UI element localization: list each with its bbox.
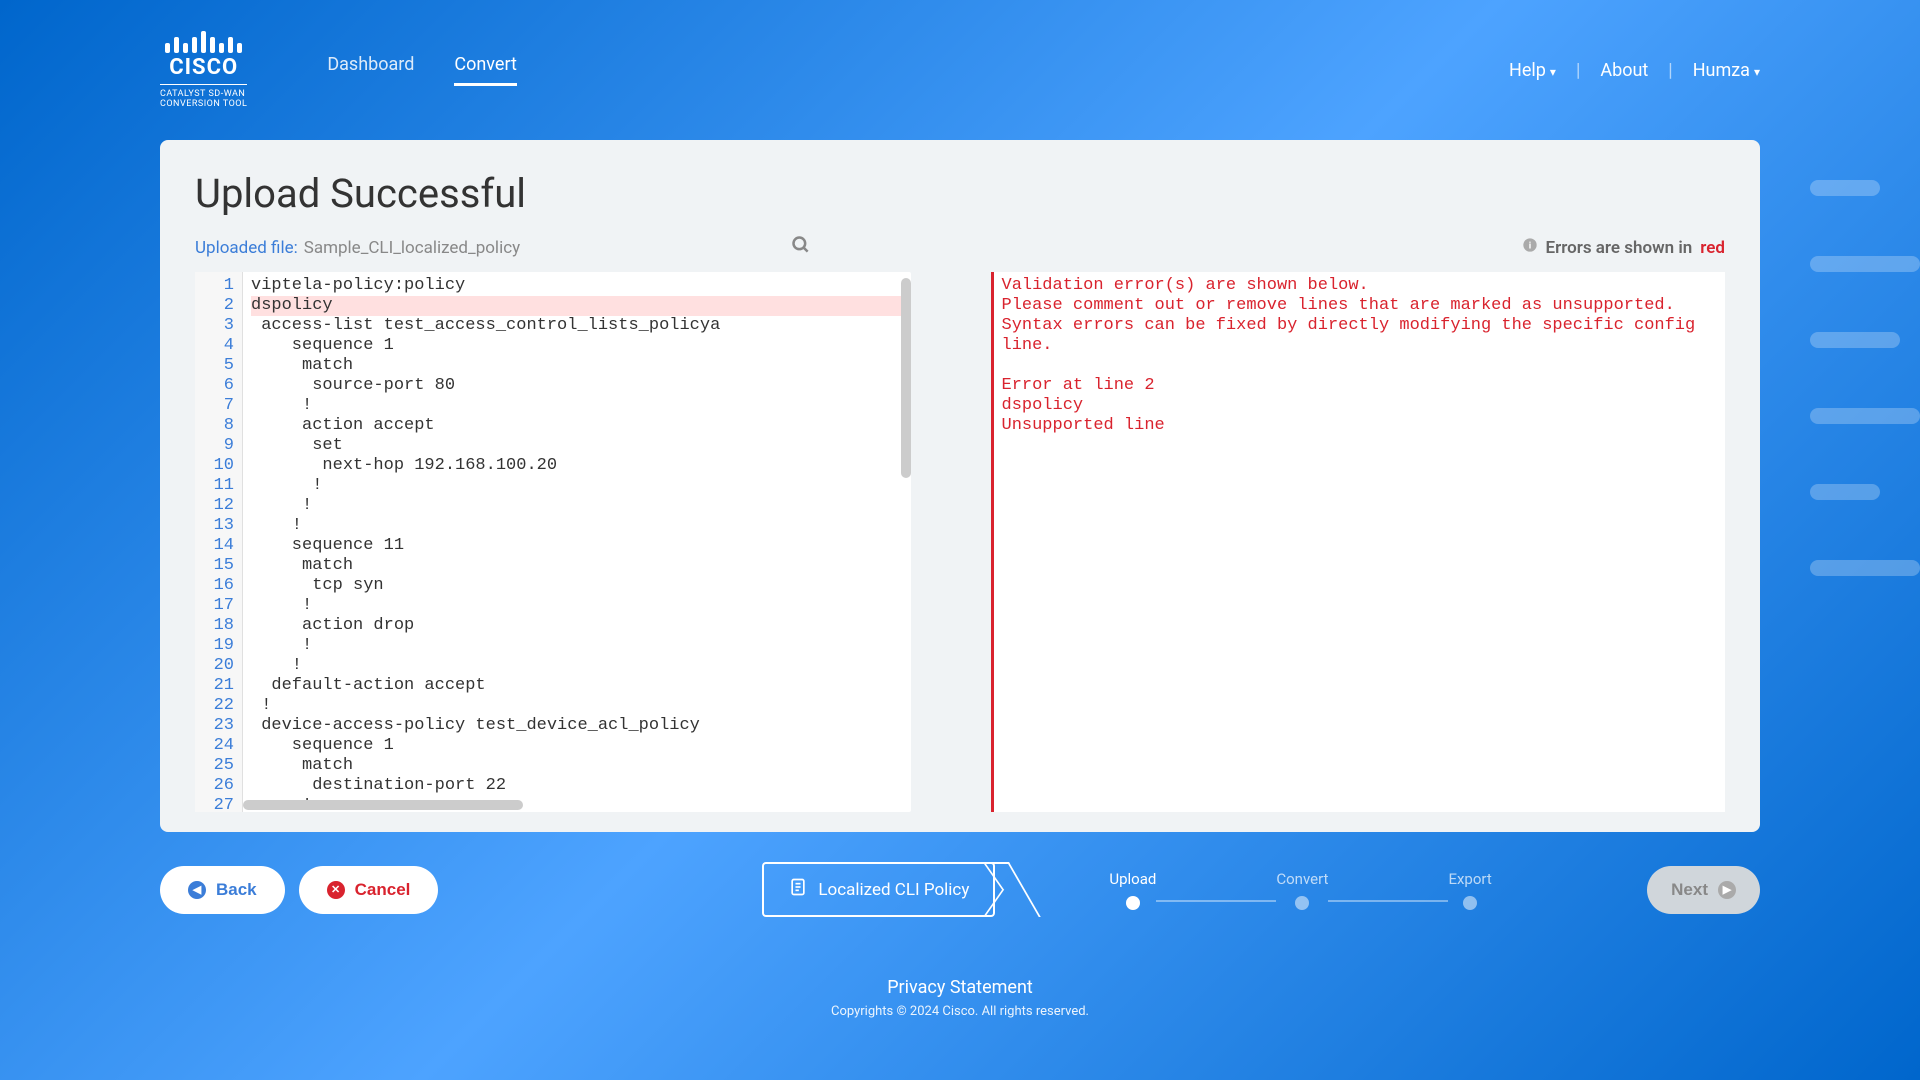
error-notice-text: Errors are shown in <box>1546 238 1693 258</box>
code-line[interactable]: viptela-policy:policy <box>251 276 903 296</box>
code-line[interactable]: action accept <box>251 416 903 436</box>
brand-sub: CATALYST SD-WAN CONVERSION TOOL <box>160 84 247 109</box>
next-label: Next <box>1671 880 1708 900</box>
arrow-shape <box>981 864 1005 915</box>
privacy-link[interactable]: Privacy Statement <box>0 977 1920 998</box>
breadcrumb-label: Localized CLI Policy <box>818 880 969 900</box>
nav-right: Help▾ | About | Humza▾ <box>1509 60 1760 81</box>
step-convert: Convert <box>1276 870 1328 910</box>
error-panel: Validation error(s) are shown below. Ple… <box>991 272 1726 812</box>
code-line[interactable]: action drop <box>251 616 903 636</box>
code-line[interactable]: ! <box>251 496 903 516</box>
page-title: Upload Successful <box>195 170 1725 217</box>
step-line <box>1156 900 1276 902</box>
code-line[interactable]: access-list test_access_control_lists_po… <box>251 316 903 336</box>
footer-bar: ◀ Back ✕ Cancel Localized CLI Policy Upl… <box>160 862 1760 917</box>
nav-user[interactable]: Humza▾ <box>1693 60 1760 81</box>
step-label: Convert <box>1276 870 1328 888</box>
code-line[interactable]: sequence 1 <box>251 736 903 756</box>
nav-about[interactable]: About <box>1600 60 1648 81</box>
step-dot <box>1463 896 1477 910</box>
code-line[interactable]: dspolicy <box>251 296 903 316</box>
nav-dashboard[interactable]: Dashboard <box>327 54 414 86</box>
code-line[interactable]: destination-port 22 <box>251 776 903 796</box>
code-content[interactable]: viptela-policy:policydspolicy access-lis… <box>243 272 911 812</box>
step-label: Upload <box>1109 870 1156 888</box>
code-line[interactable]: ! <box>251 396 903 416</box>
back-label: Back <box>216 880 257 900</box>
chevron-down-icon: ▾ <box>1754 65 1760 79</box>
code-line[interactable]: default-action accept <box>251 676 903 696</box>
code-line[interactable]: sequence 1 <box>251 336 903 356</box>
code-editor[interactable]: 1234567891011121314151617181920212223242… <box>195 272 911 812</box>
code-line[interactable]: match <box>251 756 903 776</box>
step-indicator: Upload Convert Export <box>1109 870 1491 910</box>
code-line[interactable]: match <box>251 356 903 376</box>
info-icon: i <box>1522 237 1538 258</box>
main-panel: Upload Successful Uploaded file: Sample_… <box>160 140 1760 832</box>
error-notice-red: red <box>1700 238 1725 258</box>
code-line[interactable]: ! <box>251 636 903 656</box>
background-decoration <box>1810 180 1920 576</box>
step-dot <box>1126 896 1140 910</box>
step-line <box>1328 900 1448 902</box>
scrollbar-horizontal[interactable] <box>243 800 523 810</box>
search-icon[interactable] <box>791 235 811 260</box>
main-nav: Dashboard Convert <box>327 54 517 86</box>
step-upload: Upload <box>1109 870 1156 910</box>
step-dot <box>1295 896 1309 910</box>
code-line[interactable]: device-access-policy test_device_acl_pol… <box>251 716 903 736</box>
footer-text: Privacy Statement Copyrights © 2024 Cisc… <box>0 977 1920 1019</box>
code-line[interactable]: sequence 11 <box>251 536 903 556</box>
svg-text:i: i <box>1528 240 1530 251</box>
scrollbar-vertical[interactable] <box>901 278 911 478</box>
code-line[interactable]: ! <box>251 656 903 676</box>
brand-name: CISCO <box>169 55 238 80</box>
document-icon <box>788 876 808 903</box>
nav-convert[interactable]: Convert <box>454 54 517 86</box>
next-button[interactable]: Next ▶ <box>1647 866 1760 914</box>
cancel-label: Cancel <box>355 880 411 900</box>
code-line[interactable]: set <box>251 436 903 456</box>
code-line[interactable]: match <box>251 556 903 576</box>
logo[interactable]: CISCO CATALYST SD-WAN CONVERSION TOOL <box>160 31 247 109</box>
close-icon: ✕ <box>327 881 345 899</box>
separator: | <box>1668 60 1672 81</box>
cancel-button[interactable]: ✕ Cancel <box>299 866 439 914</box>
code-line[interactable]: ! <box>251 516 903 536</box>
code-line[interactable]: next-hop 192.168.100.20 <box>251 456 903 476</box>
step-label: Export <box>1448 870 1491 888</box>
cisco-logo-icon <box>165 31 242 53</box>
breadcrumb-tag: Localized CLI Policy <box>762 862 995 917</box>
chevron-down-icon: ▾ <box>1550 65 1556 79</box>
nav-help[interactable]: Help▾ <box>1509 60 1556 81</box>
editors-row: 1234567891011121314151617181920212223242… <box>195 272 1725 812</box>
separator: | <box>1576 60 1580 81</box>
uploaded-file-name: Sample_CLI_localized_policy <box>304 238 520 258</box>
code-line[interactable]: tcp syn <box>251 576 903 596</box>
code-line[interactable]: ! <box>251 696 903 716</box>
copyright: Copyrights © 2024 Cisco. All rights rese… <box>0 1004 1920 1019</box>
header: CISCO CATALYST SD-WAN CONVERSION TOOL Da… <box>0 0 1920 140</box>
code-line[interactable]: ! <box>251 476 903 496</box>
arrow-left-icon: ◀ <box>188 881 206 899</box>
line-gutter: 1234567891011121314151617181920212223242… <box>195 272 243 812</box>
uploaded-file-label: Uploaded file: <box>195 238 298 258</box>
error-notice: i Errors are shown in red <box>1522 237 1725 258</box>
step-export: Export <box>1448 870 1491 910</box>
arrow-right-icon: ▶ <box>1718 881 1736 899</box>
sub-row: Uploaded file: Sample_CLI_localized_poli… <box>195 235 1725 260</box>
code-line[interactable]: source-port 80 <box>251 376 903 396</box>
code-line[interactable]: ! <box>251 596 903 616</box>
back-button[interactable]: ◀ Back <box>160 866 285 914</box>
